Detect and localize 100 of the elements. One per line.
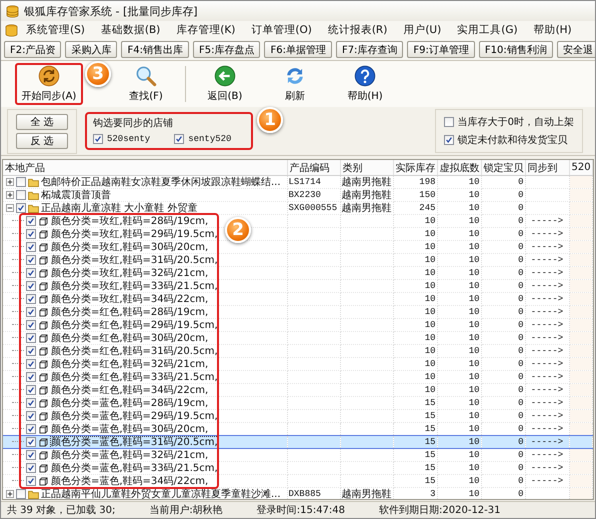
table-cell: 0 [518, 216, 524, 226]
checkbox[interactable] [26, 463, 36, 473]
table-cell: 0 [518, 489, 524, 499]
menu-item[interactable]: 帮助(H) [526, 22, 580, 38]
column-header[interactable]: 类别 [340, 160, 393, 176]
group-title: 钩选要同步的店铺 [93, 116, 174, 130]
checkbox[interactable] [26, 476, 36, 486]
toolbar-button[interactable]: 开始同步(A) [15, 63, 83, 105]
checkbox[interactable] [444, 117, 454, 127]
checkbox[interactable] [16, 489, 26, 499]
table-cell: -----> [530, 307, 564, 317]
product-name: 颜色分类=蓝色,鞋码=29码/19.5cm, [51, 410, 218, 422]
table-cell: 10 [468, 268, 480, 278]
table-cell: 0 [518, 268, 524, 278]
toolbar-button[interactable]: 刷新 [264, 63, 326, 105]
function-key-button[interactable]: F5:库存盘点 [192, 41, 260, 58]
column-header[interactable]: 虚拟底数 [437, 160, 481, 176]
table-cell: 10 [468, 242, 480, 252]
checkbox[interactable] [26, 333, 36, 343]
function-key-button[interactable]: F2:产品资 [4, 41, 62, 58]
checkbox[interactable] [26, 437, 36, 447]
column-header[interactable]: 产品编码 [287, 160, 340, 176]
checkbox[interactable] [26, 320, 36, 330]
checkbox[interactable] [26, 229, 36, 239]
checkbox[interactable] [26, 268, 36, 278]
table-cell: 10 [424, 372, 436, 382]
function-key-button[interactable]: 安全退 [556, 41, 595, 58]
checkbox[interactable] [16, 203, 26, 213]
table-cell: 越南男拖鞋 [342, 176, 392, 188]
table-cell: -----> [530, 242, 564, 252]
column-header[interactable]: 锁定宝贝 [481, 160, 525, 176]
table-cell: 0 [518, 398, 524, 408]
selection-button[interactable]: 反 选 [16, 132, 68, 148]
product-name: 颜色分类=红色,鞋码=34码/22cm, [51, 384, 208, 396]
column-header[interactable]: 同步到 [525, 160, 569, 176]
function-key-button[interactable]: F4:销售出库 [121, 41, 189, 58]
checkbox[interactable] [16, 177, 26, 187]
table-cell: 0 [518, 437, 524, 447]
checkbox[interactable] [26, 424, 36, 434]
product-name: 颜色分类=蓝色,鞋码=28码/19cm, [51, 398, 208, 408]
table-cell: 10 [468, 437, 480, 447]
menu-item[interactable]: 基础数据(B) [92, 22, 168, 38]
expander-icon[interactable] [6, 490, 14, 498]
checkbox[interactable] [26, 281, 36, 291]
table-cell: 0 [518, 281, 524, 291]
checkbox[interactable] [26, 242, 36, 252]
cube-icon [38, 438, 49, 446]
checkbox[interactable] [93, 134, 103, 144]
checkbox[interactable] [16, 190, 26, 200]
function-key-button[interactable]: F6:单据管理 [264, 41, 332, 58]
table-cell: 15 [424, 398, 436, 408]
menu-item[interactable]: 系统管理(S) [18, 22, 93, 38]
checkbox[interactable] [26, 398, 36, 408]
menu-item[interactable]: 实用工具(G) [449, 22, 526, 38]
menu-item[interactable]: 用户(U) [395, 22, 450, 38]
toolbar-button[interactable]: 查找(F) [115, 63, 177, 105]
table-cell: 10 [468, 320, 480, 330]
function-key-button[interactable]: F7:库存查询 [336, 41, 404, 58]
menu-item[interactable]: 统计报表(R) [320, 22, 396, 38]
table-cell: -----> [530, 229, 564, 239]
checkbox[interactable] [26, 411, 36, 421]
table-cell: 0 [518, 476, 524, 486]
checkbox[interactable] [26, 255, 36, 265]
checkbox[interactable] [26, 372, 36, 382]
menu-item[interactable]: 订单管理(O) [243, 22, 320, 38]
checkbox[interactable] [26, 294, 36, 304]
checkbox[interactable] [26, 385, 36, 395]
checkbox[interactable] [26, 216, 36, 226]
checkbox[interactable] [26, 450, 36, 460]
function-key-button[interactable]: F10:销售利润 [478, 41, 553, 58]
column-header[interactable]: 本地产品 [3, 160, 287, 176]
expander-icon[interactable] [6, 191, 14, 199]
toolbar-button[interactable]: 帮助(H) [334, 63, 396, 105]
checkbox[interactable] [444, 135, 454, 145]
table-cell: 0 [518, 320, 524, 330]
expander-icon[interactable] [6, 178, 14, 186]
checkbox[interactable] [26, 359, 36, 369]
table-cell: 0 [518, 203, 524, 213]
table-cell: 10 [468, 372, 480, 382]
checkbox[interactable] [174, 134, 184, 144]
menu-item[interactable]: 库存管理(K) [168, 22, 244, 38]
selection-button[interactable]: 全 选 [16, 114, 68, 130]
function-key-button[interactable]: F9:订单管理 [407, 41, 475, 58]
expander-icon[interactable] [6, 204, 14, 212]
function-key-button[interactable]: 采购入库 [65, 41, 118, 58]
table-cell: 0 [518, 229, 524, 239]
table-cell: 10 [468, 359, 480, 369]
checkbox[interactable] [26, 307, 36, 317]
table-cell: DXB885 [288, 489, 321, 499]
table-cell: 10 [468, 385, 480, 395]
table-cell: -----> [530, 216, 564, 226]
table-cell: 10 [424, 346, 436, 356]
table-cell: 10 [424, 359, 436, 369]
column-header[interactable]: 实际库存 [393, 160, 437, 176]
cube-icon [38, 282, 49, 290]
toolbar-button[interactable]: 返回(B) [194, 63, 256, 105]
setting-label: 锁定未付款和待发货宝贝 [458, 134, 568, 147]
checkbox[interactable] [26, 346, 36, 356]
column-header[interactable]: 520 [569, 160, 592, 176]
app-icon [6, 4, 19, 18]
